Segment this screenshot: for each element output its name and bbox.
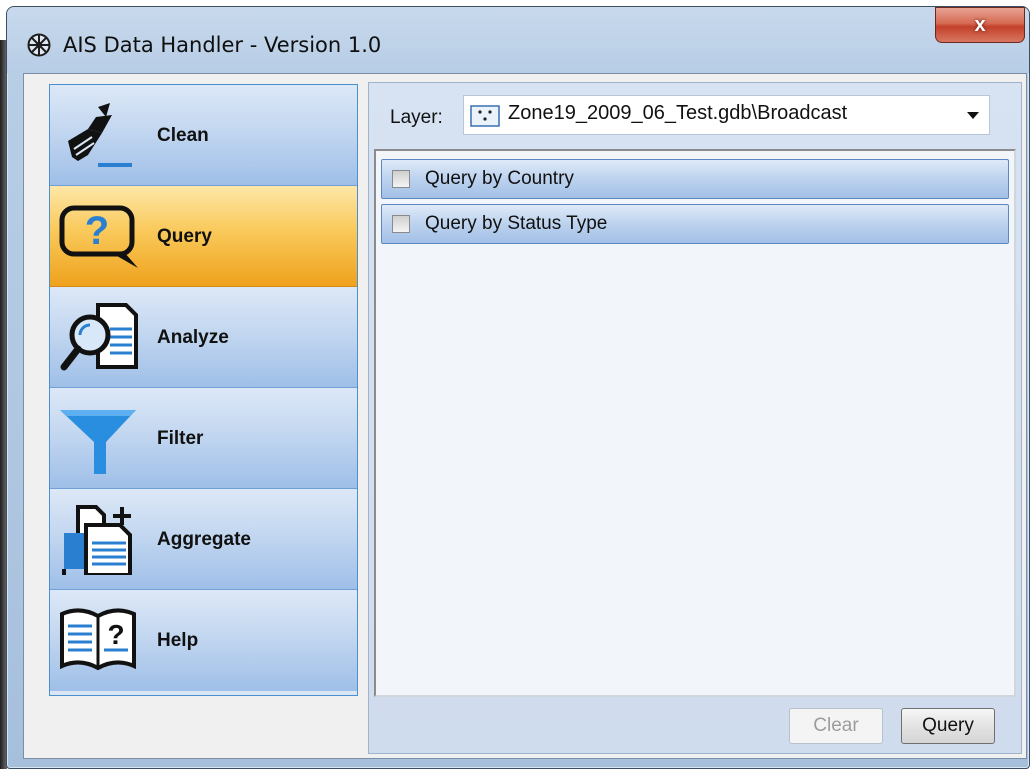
help-book-icon: ? [60,608,136,671]
app-window: AIS Data Handler - Version 1.0 x Clean ?… [6,6,1030,769]
query-list: Query by Country Query by Status Type [374,149,1016,697]
query-status-type-checkbox[interactable] [392,215,410,233]
layer-value: Zone19_2009_06_Test.gdb\Broadcast [508,102,848,124]
query-button[interactable]: Query [901,708,995,744]
query-panel: Layer: Zone19_2009_06_Test.gdb\Broadcast… [368,82,1022,754]
ship-wheel-icon [27,33,51,57]
nav-label-clean: Clean [157,125,209,146]
nav-item-aggregate[interactable]: Aggregate [50,489,357,590]
nav-item-clean[interactable]: Clean [50,85,357,186]
layer-label: Layer: [390,107,443,128]
window-title: AIS Data Handler - Version 1.0 [63,33,382,57]
svg-text:?: ? [85,209,109,253]
funnel-icon [60,410,136,474]
query-country-label: Query by Country [425,168,574,189]
client-area: Clean ? Query Analyze Filter Aggregate ?… [23,73,1027,759]
layer-dropdown[interactable]: Zone19_2009_06_Test.gdb\Broadcast [463,95,990,135]
nav-label-help: Help [157,630,199,651]
title-bar[interactable]: AIS Data Handler - Version 1.0 x [7,7,1029,73]
nav-item-filter[interactable]: Filter [50,388,357,489]
clear-button[interactable]: Clear [789,708,883,744]
nav-label-query: Query [157,226,212,247]
nav-item-help[interactable]: ? Help [50,590,357,691]
nav-item-query[interactable]: ? Query [50,186,357,287]
nav-item-analyze[interactable]: Analyze [50,287,357,388]
close-button[interactable]: x [935,7,1025,43]
chevron-down-icon[interactable] [967,112,979,119]
point-layer-icon [470,105,500,127]
add-documents-icon [62,505,132,575]
nav-label-filter: Filter [157,428,204,449]
nav-label-aggregate: Aggregate [157,529,251,550]
query-row-status-type[interactable]: Query by Status Type [381,204,1009,244]
broom-icon [68,103,132,167]
query-row-country[interactable]: Query by Country [381,159,1009,199]
query-status-type-label: Query by Status Type [425,213,608,234]
sidebar: Clean ? Query Analyze Filter Aggregate ?… [49,84,358,696]
query-country-checkbox[interactable] [392,170,410,188]
nav-label-analyze: Analyze [157,327,229,348]
magnify-document-icon [60,303,138,371]
svg-text:?: ? [107,619,124,650]
question-bubble-icon: ? [59,205,138,268]
